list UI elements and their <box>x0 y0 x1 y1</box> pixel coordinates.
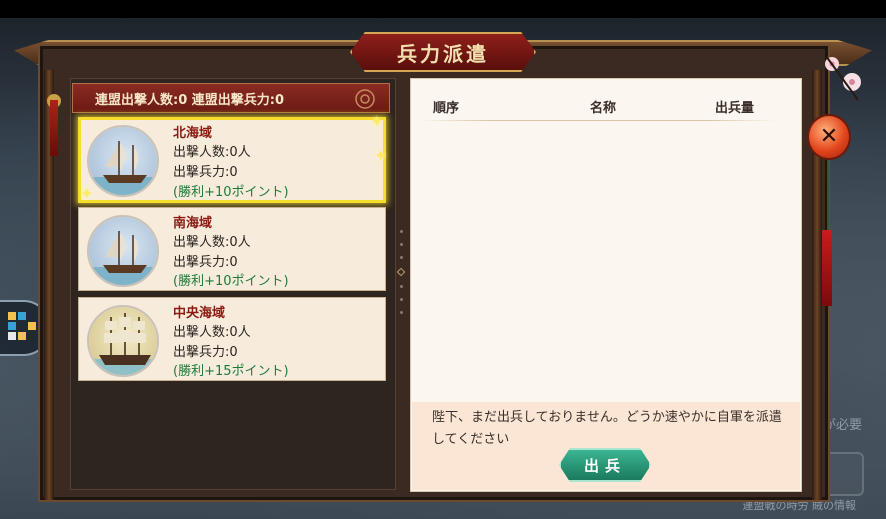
sea-force-count: 出撃兵力:0 <box>173 165 238 180</box>
sea-name: 北海域 <box>173 126 213 141</box>
alliance-summary-bar: 連盟出撃人数:0 連盟出撃兵力:0 <box>72 83 390 113</box>
ship-icon <box>87 215 159 287</box>
sea-card-north[interactable]: 北海域 出撃人数:0人 出撃兵力:0 (勝利+10ポイント) <box>78 117 386 203</box>
sea-force-count: 出撃兵力:0 <box>173 255 238 270</box>
no-deployment-message: 陛下、まだ出兵しておりません。どうか速やかに自軍を派遣してください <box>432 410 782 447</box>
sea-victory-bonus: (勝利+10ポイント) <box>173 185 289 200</box>
close-button[interactable]: ✕ <box>807 114 851 160</box>
alliance-summary-text: 連盟出撃人数:0 連盟出撃兵力:0 <box>95 92 285 108</box>
sea-victory-bonus: (勝利+10ポイント) <box>173 274 289 289</box>
deploy-button[interactable]: 出兵 <box>559 448 651 482</box>
sparkle-icon: ✦ <box>80 184 94 203</box>
dialog-title-plate: 兵力派遣 <box>350 32 536 72</box>
sea-people-count: 出撃人数:0人 <box>173 145 251 160</box>
lantern-tassel <box>822 230 832 306</box>
sparkle-icon: ✦ <box>370 112 384 131</box>
sea-name: 南海域 <box>173 216 213 231</box>
sea-force-count: 出撃兵力:0 <box>173 345 238 360</box>
sparkle-icon: ✦ <box>374 146 388 165</box>
sea-people-count: 出撃人数:0人 <box>173 235 251 250</box>
close-icon: ✕ <box>819 124 839 149</box>
blossom-decoration-icon <box>825 55 861 101</box>
column-header-order: 順序 <box>433 101 460 116</box>
table-header-divider <box>420 120 776 121</box>
sea-name: 中央海域 <box>173 306 226 321</box>
sea-victory-bonus: (勝利+15ポイント) <box>173 364 289 379</box>
dialog-title: 兵力派遣 <box>397 41 489 66</box>
ship-icon <box>87 305 159 377</box>
left-tassel <box>50 100 58 156</box>
top-black-bar <box>0 0 886 18</box>
panel-divider <box>396 230 406 330</box>
column-header-troops: 出兵量 <box>715 101 755 116</box>
lantern-cord <box>827 160 829 230</box>
sea-people-count: 出撃人数:0人 <box>173 325 251 340</box>
ship-icon <box>87 125 159 197</box>
ornament-icon <box>355 89 375 109</box>
column-header-name: 名称 <box>590 101 617 116</box>
sea-card-south[interactable]: 南海域 出撃人数:0人 出撃兵力:0 (勝利+10ポイント) <box>78 207 386 291</box>
sea-card-central[interactable]: 中央海域 出撃人数:0人 出撃兵力:0 (勝利+15ポイント) <box>78 297 386 381</box>
